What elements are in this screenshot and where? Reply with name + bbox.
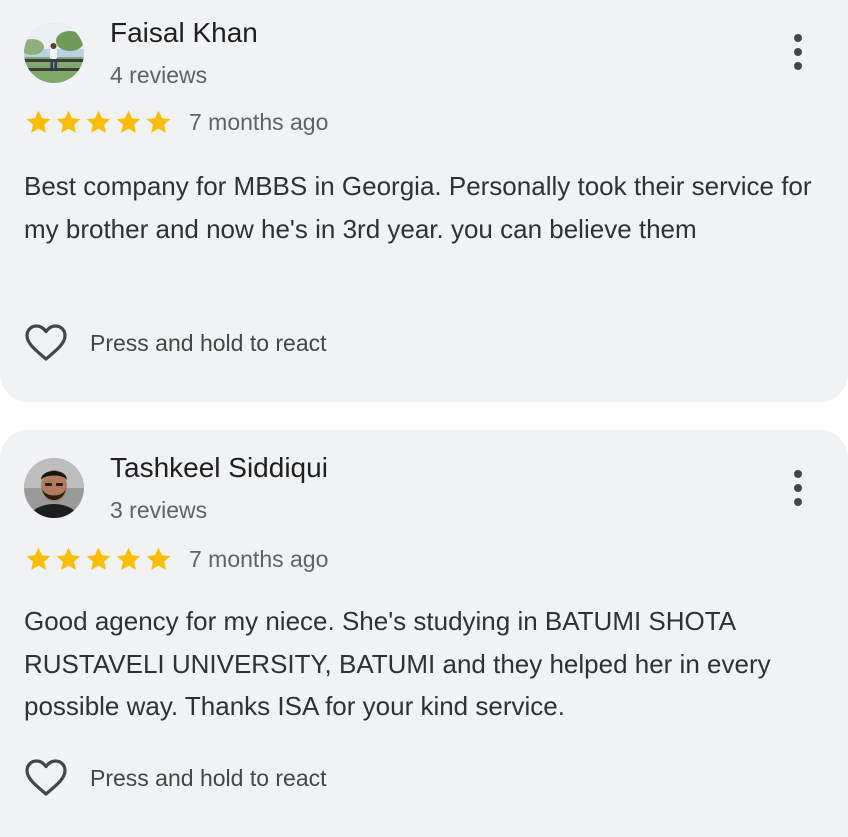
heart-outline-icon <box>25 324 67 361</box>
star-icon <box>56 110 81 133</box>
review-card: Tashkeel Siddiqui 3 reviews 7 months ago… <box>0 430 848 837</box>
review-time: 7 months ago <box>189 546 329 572</box>
review-time: 7 months ago <box>189 109 329 135</box>
react-button[interactable]: Press and hold to react <box>24 758 327 798</box>
reviewer-name[interactable]: Tashkeel Siddiqui <box>110 452 328 484</box>
more-dot <box>794 34 802 42</box>
more-vert-icon[interactable] <box>784 30 812 74</box>
avatar[interactable] <box>24 458 84 518</box>
react-label: Press and hold to react <box>90 764 327 791</box>
star-icon <box>146 110 171 133</box>
star-icon <box>86 547 111 570</box>
rating-row: 7 months ago <box>24 108 328 137</box>
star-icon <box>146 547 171 570</box>
review-text: Best company for MBBS in Georgia. Person… <box>24 171 812 244</box>
more-dot <box>794 484 802 492</box>
portrait-photo-avatar-icon <box>24 458 84 518</box>
review-card: Faisal Khan 4 reviews 7 months ago Best … <box>0 0 848 402</box>
star-icon <box>26 547 51 570</box>
more-dot <box>794 470 802 478</box>
reviewer-name[interactable]: Faisal Khan <box>110 17 258 49</box>
star-icon <box>116 110 141 133</box>
star-icon <box>56 547 81 570</box>
review-count: 4 reviews <box>110 62 208 88</box>
react-button[interactable]: Press and hold to react <box>24 323 327 363</box>
star-icon <box>86 110 111 133</box>
more-dot <box>794 498 802 506</box>
more-dot <box>794 48 802 56</box>
heart-outline-icon <box>25 759 67 796</box>
more-vert-icon[interactable] <box>784 466 812 510</box>
star-icon <box>26 110 51 133</box>
star-rating <box>24 108 173 137</box>
avatar[interactable] <box>24 23 84 83</box>
review-list: Faisal Khan 4 reviews 7 months ago Best … <box>0 0 848 837</box>
review-text: Good agency for my niece. She's studying… <box>24 606 771 721</box>
rating-row: 7 months ago <box>24 545 328 574</box>
star-rating <box>24 545 173 574</box>
react-label: Press and hold to react <box>90 329 327 356</box>
review-count: 3 reviews <box>110 497 208 523</box>
star-icon <box>116 547 141 570</box>
more-dot <box>794 62 802 70</box>
landscape-photo-avatar-icon <box>24 23 84 83</box>
